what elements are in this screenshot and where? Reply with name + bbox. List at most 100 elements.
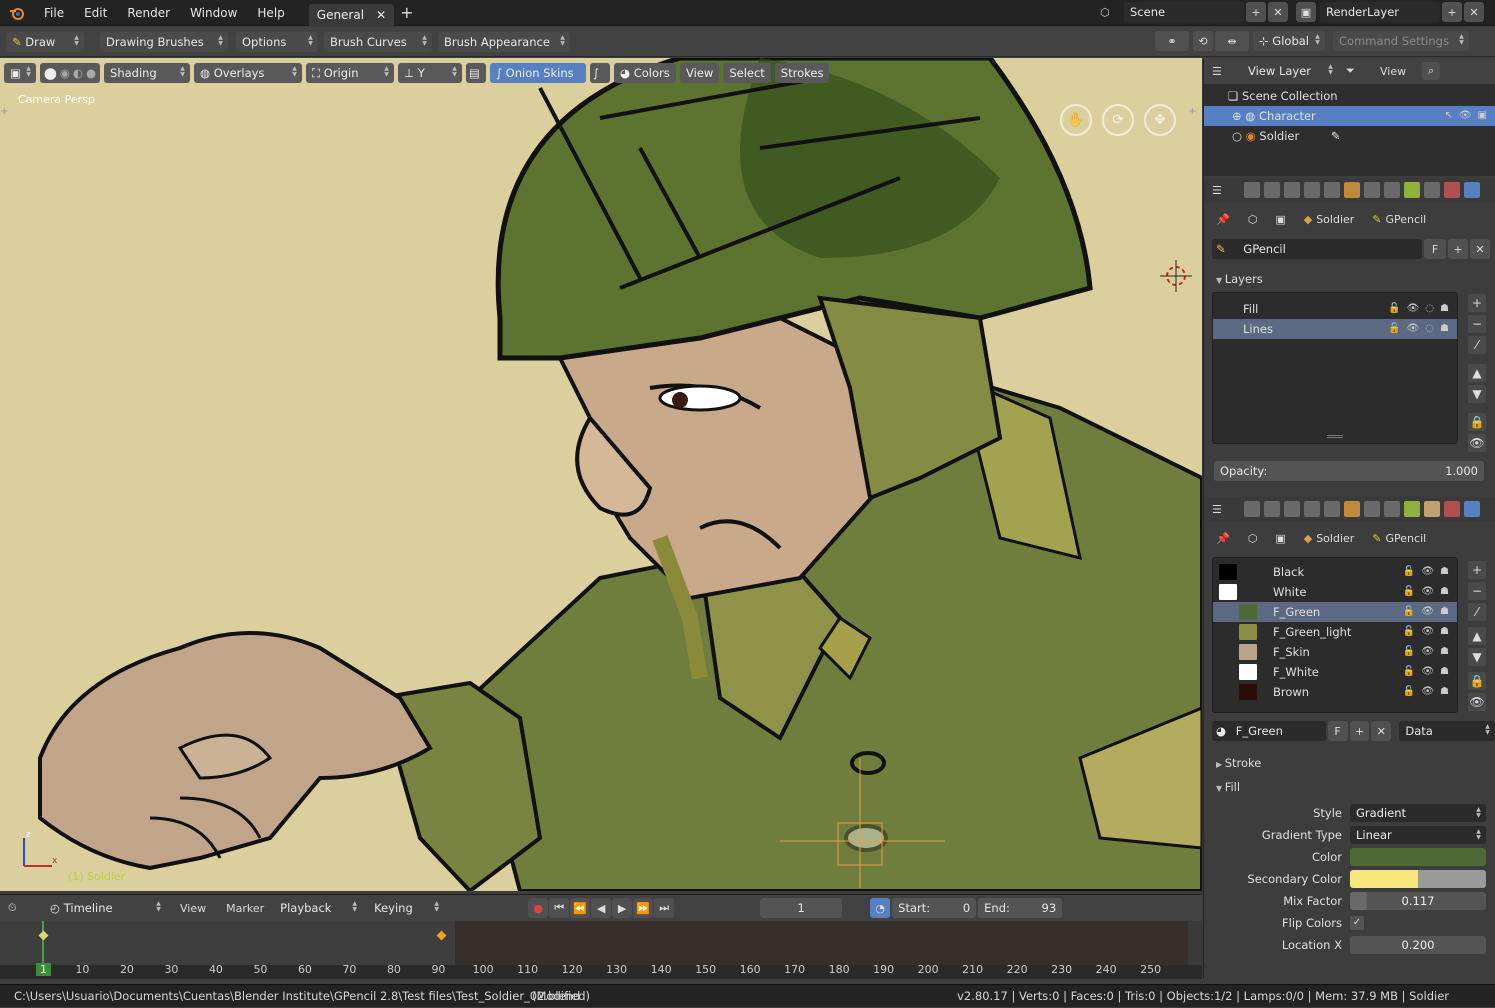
3d-viewport[interactable]: ▣ ⬤ ◉ ◐ ● Shading ◍ Overlays ⛶ Origin ⊥ … bbox=[0, 58, 1202, 891]
shader-fx-tab-icon[interactable] bbox=[1464, 182, 1480, 198]
mirror-icon[interactable]: ⇹ bbox=[1215, 31, 1249, 51]
object-tab-icon[interactable] bbox=[1344, 501, 1360, 517]
blender-logo-icon[interactable] bbox=[0, 5, 34, 21]
remove-material-icon[interactable]: − bbox=[1468, 582, 1486, 600]
ghost-icon[interactable]: ☗ bbox=[1440, 682, 1449, 702]
show-all-icon[interactable]: 👁 bbox=[1468, 434, 1486, 452]
fake-user-button[interactable]: F bbox=[1424, 239, 1446, 259]
add-scene-icon[interactable]: + bbox=[1246, 2, 1266, 22]
layer-item-fill[interactable]: Fill 🔓 👁 ◌ ☗ bbox=[1213, 299, 1457, 319]
timeline-keyframes-area[interactable] bbox=[0, 921, 1202, 979]
lock-icon[interactable]: 🔓 bbox=[1403, 622, 1415, 642]
brush-appearance-dropdown[interactable]: Brush Appearance bbox=[438, 31, 570, 52]
outliner-editor-icon[interactable]: ☰ bbox=[1212, 65, 1242, 78]
eye-icon[interactable]: 👁 bbox=[1421, 562, 1434, 582]
output-tab-icon[interactable] bbox=[1264, 501, 1280, 517]
scene-tab-icon[interactable] bbox=[1304, 501, 1320, 517]
lock-icon[interactable]: 🔓 bbox=[1403, 602, 1415, 622]
list-resize-handle[interactable] bbox=[1327, 435, 1343, 438]
layer-specials-icon[interactable]: ⁄ bbox=[1468, 336, 1486, 354]
preview-range-icon[interactable]: ◔ bbox=[870, 898, 891, 918]
menu-help[interactable]: Help bbox=[247, 0, 294, 26]
pin-icon[interactable]: 📌 bbox=[1216, 532, 1230, 545]
world-tab-icon[interactable] bbox=[1324, 182, 1340, 198]
unlink-datablock-icon[interactable]: ✕ bbox=[1470, 239, 1490, 259]
shading-dropdown[interactable]: Shading bbox=[104, 63, 191, 83]
select-menu[interactable]: Select bbox=[723, 63, 771, 83]
timeline-editor-icon[interactable]: ⏲ bbox=[8, 901, 44, 915]
shader-fx-tab-icon[interactable] bbox=[1464, 501, 1480, 517]
timeline-marker-menu[interactable]: Marker bbox=[226, 902, 264, 915]
add-workspace-icon[interactable]: + bbox=[400, 3, 413, 22]
playback-dropdown[interactable]: Playback bbox=[274, 898, 363, 918]
wireframe-shading-icon[interactable]: ◉ bbox=[60, 63, 70, 83]
constraints-tab-icon[interactable] bbox=[1364, 501, 1380, 517]
opacity-slider[interactable]: Opacity: 1.000 bbox=[1214, 461, 1484, 481]
outliner-view-menu[interactable]: View bbox=[1380, 65, 1406, 78]
eye-icon[interactable]: 👁 bbox=[1421, 642, 1434, 662]
lock-icon[interactable]: 🔓 bbox=[1403, 682, 1415, 702]
axis-dropdown[interactable]: ⊥ Y bbox=[398, 63, 463, 83]
options-dropdown[interactable]: Options bbox=[236, 31, 318, 52]
ghost-icon[interactable]: ☗ bbox=[1440, 642, 1449, 662]
rendered-shading-icon[interactable]: ● bbox=[86, 63, 96, 83]
ghost-icon[interactable]: ☗ bbox=[1440, 662, 1449, 682]
add-layer-icon[interactable]: + bbox=[1468, 294, 1486, 312]
ghost-icon[interactable]: ☗ bbox=[1440, 622, 1449, 642]
material-item-white[interactable]: White 🔓 👁 ☗ bbox=[1213, 582, 1457, 602]
remove-render-layer-icon[interactable]: ✕ bbox=[1464, 2, 1484, 22]
material-item-f-white[interactable]: F_White 🔓 👁 ☗ bbox=[1213, 662, 1457, 682]
move-material-up-icon[interactable]: ▲ bbox=[1468, 627, 1486, 645]
onion-skins-toggle[interactable]: ∫ Onion Skins bbox=[490, 63, 587, 83]
origin-dropdown[interactable]: ⛶ Origin bbox=[306, 63, 395, 83]
filter-icon[interactable]: ⏷ bbox=[1346, 64, 1370, 78]
keying-dropdown[interactable]: Keying bbox=[368, 898, 445, 918]
play-reverse-icon[interactable]: ◀ bbox=[591, 898, 612, 918]
overlays-dropdown[interactable]: ◍ Overlays bbox=[194, 63, 303, 83]
material-fake-user-button[interactable]: F bbox=[1327, 721, 1348, 741]
constraints-tab-icon[interactable] bbox=[1364, 182, 1380, 198]
mode-dropdown[interactable]: ✎ Draw bbox=[6, 31, 84, 52]
scene-tab-icon[interactable] bbox=[1304, 182, 1320, 198]
material-link-dropdown[interactable]: Data bbox=[1399, 721, 1495, 741]
timeline-view-menu[interactable]: View bbox=[180, 902, 206, 915]
material-tab-icon[interactable] bbox=[1424, 182, 1440, 198]
command-settings-dropdown[interactable]: Command Settings bbox=[1333, 31, 1469, 51]
ghost-icon[interactable]: ☗ bbox=[1440, 299, 1449, 319]
colors-dropdown[interactable]: ◕ Colors bbox=[614, 63, 677, 83]
multiframe-icon[interactable]: ▤ bbox=[466, 63, 487, 83]
new-material-icon[interactable]: + bbox=[1349, 721, 1370, 741]
mix-factor-slider[interactable]: 0.117 bbox=[1350, 892, 1486, 910]
drawing-brushes-dropdown[interactable]: Drawing Brushes bbox=[100, 31, 228, 52]
shading-modes[interactable]: ⬤ ◉ ◐ ● bbox=[40, 63, 101, 83]
move-layer-up-icon[interactable]: ▲ bbox=[1468, 364, 1486, 382]
material-item-f-green[interactable]: F_Green 🔓 👁 ☗ bbox=[1213, 602, 1457, 622]
eye-icon[interactable]: 👁 bbox=[1421, 662, 1434, 682]
strokes-menu[interactable]: Strokes bbox=[774, 63, 830, 83]
modifiers-tab-icon[interactable] bbox=[1384, 501, 1400, 517]
menu-edit[interactable]: Edit bbox=[74, 0, 117, 26]
onion-settings-icon[interactable]: ∫ bbox=[590, 63, 611, 83]
unlink-material-icon[interactable]: ✕ bbox=[1371, 721, 1392, 741]
current-frame-field[interactable]: 1 bbox=[760, 898, 843, 918]
pan-icon[interactable]: ✥ bbox=[1144, 104, 1176, 136]
menu-file[interactable]: File bbox=[34, 0, 74, 26]
material-specials-icon[interactable]: ⁄ bbox=[1468, 603, 1486, 621]
texture-tab-icon[interactable] bbox=[1444, 182, 1460, 198]
material-item-black[interactable]: Black 🔓 👁 ☗ bbox=[1213, 562, 1457, 582]
properties-editor-icon[interactable]: ☰ bbox=[1212, 184, 1240, 197]
properties-editor-icon[interactable]: ☰ bbox=[1212, 503, 1240, 516]
render-layer-icon[interactable]: ▣ bbox=[1296, 2, 1316, 22]
render-tab-icon[interactable] bbox=[1244, 501, 1260, 517]
lock-all-materials-icon[interactable]: 🔒 bbox=[1468, 672, 1486, 690]
color-swatch[interactable] bbox=[1350, 848, 1486, 866]
add-render-layer-icon[interactable]: + bbox=[1442, 2, 1462, 22]
remove-scene-icon[interactable]: ✕ bbox=[1268, 2, 1288, 22]
flip-colors-checkbox[interactable]: ✓ bbox=[1350, 916, 1364, 930]
view-layer-tab-icon[interactable] bbox=[1284, 182, 1300, 198]
layers-panel-header[interactable]: Layers bbox=[1204, 268, 1495, 290]
gpencil-data-tab-icon[interactable] bbox=[1404, 501, 1420, 517]
eye-icon[interactable]: 👁 bbox=[1421, 622, 1434, 642]
modifiers-tab-icon[interactable] bbox=[1384, 182, 1400, 198]
eye-icon[interactable]: 👁 bbox=[1421, 602, 1434, 622]
